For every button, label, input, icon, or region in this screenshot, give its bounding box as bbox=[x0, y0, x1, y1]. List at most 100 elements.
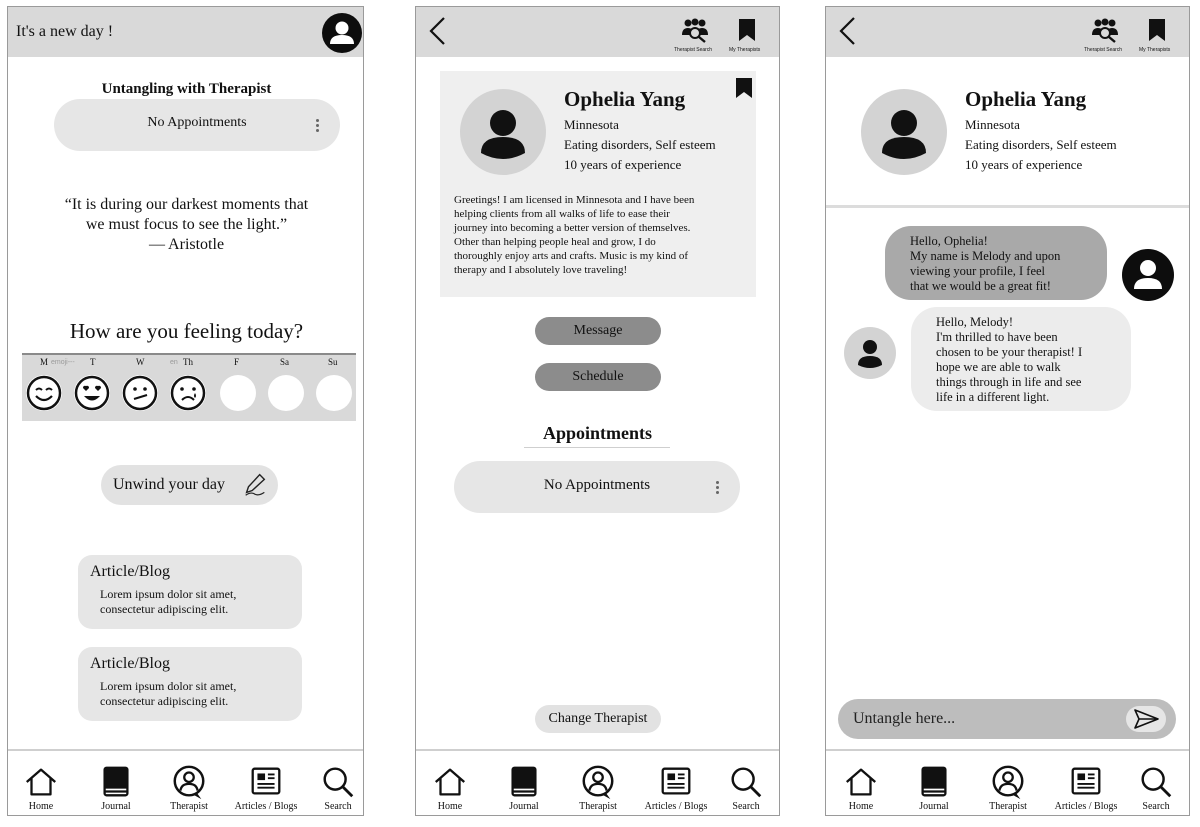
mood-empty-slot[interactable] bbox=[220, 375, 256, 411]
therapist-avatar-icon bbox=[861, 89, 947, 175]
search-icon bbox=[731, 767, 762, 798]
profile-avatar-icon[interactable] bbox=[322, 13, 362, 53]
nav-journal[interactable]: Journal bbox=[81, 763, 151, 812]
home-screen: It's a new day ! Untangling with Therapi… bbox=[7, 6, 364, 816]
nav-home[interactable]: Home bbox=[8, 763, 76, 812]
nav-home[interactable]: Home bbox=[826, 763, 896, 812]
therapist-name: Ophelia Yang bbox=[564, 87, 686, 111]
bio-line: therapy and I absolutely love traveling! bbox=[454, 264, 628, 276]
therapist-search-icon[interactable] bbox=[680, 17, 710, 43]
send-icon bbox=[1134, 709, 1159, 729]
back-arrow-icon[interactable] bbox=[426, 15, 448, 47]
therapist-specialties: Eating disorders, Self esteem bbox=[965, 137, 1117, 152]
quote-author: — Aristotle bbox=[148, 236, 225, 253]
emoji-note: en bbox=[170, 359, 178, 366]
therapist-avatar-icon bbox=[460, 89, 546, 175]
mood-sad-icon[interactable] bbox=[170, 375, 206, 411]
bottom-nav: Home Journal Therapist Articles / Blogs … bbox=[8, 749, 363, 815]
bookmark-icon[interactable] bbox=[732, 17, 762, 43]
article-card[interactable]: Article/Blog Lorem ipsum dolor sit amet,… bbox=[78, 555, 302, 629]
nav-label: Search bbox=[324, 801, 352, 812]
therapist-icon bbox=[992, 765, 1024, 800]
nav-label: Search bbox=[732, 801, 760, 812]
journal-icon bbox=[103, 766, 129, 797]
article-excerpt-line: consectetur adipiscing elit. bbox=[100, 694, 229, 708]
nav-search[interactable]: Search bbox=[711, 763, 779, 812]
nav-search[interactable]: Search bbox=[1121, 763, 1189, 812]
back-arrow-icon[interactable] bbox=[836, 15, 858, 47]
nav-label: Articles / Blogs bbox=[234, 801, 298, 812]
bio-line: thoroughly enjoy arts and crafts. Music … bbox=[454, 250, 689, 262]
appointment-pill[interactable]: No Appointments bbox=[454, 461, 740, 513]
user-avatar-icon bbox=[1122, 249, 1174, 301]
send-button[interactable] bbox=[1126, 706, 1166, 732]
more-options-icon[interactable] bbox=[316, 119, 319, 134]
day-label: Th bbox=[183, 357, 193, 367]
nav-label: Search bbox=[1142, 801, 1170, 812]
nav-articles[interactable]: Articles / Blogs bbox=[1051, 763, 1121, 812]
nav-label: Home bbox=[28, 801, 54, 812]
home-icon bbox=[435, 768, 465, 796]
therapist-search-icon[interactable] bbox=[1090, 17, 1120, 43]
nav-therapist[interactable]: Therapist bbox=[154, 763, 224, 812]
nav-articles[interactable]: Articles / Blogs bbox=[231, 763, 301, 812]
nav-label: Articles / Blogs bbox=[644, 801, 708, 812]
bookmark-icon[interactable] bbox=[1142, 17, 1172, 43]
mood-empty-slot[interactable] bbox=[316, 375, 352, 411]
message-text: Hello, Ophelia! My name is Melody and up… bbox=[910, 234, 1060, 294]
day-label: W bbox=[136, 357, 145, 367]
unwind-button[interactable]: Unwind your day bbox=[101, 465, 278, 505]
nav-search[interactable]: Search bbox=[303, 763, 363, 812]
articles-icon bbox=[251, 767, 281, 795]
mood-week-tracker: M emoji--- T W en Th F Sa Su bbox=[22, 353, 356, 421]
therapist-name: Ophelia Yang bbox=[965, 87, 1087, 111]
article-excerpt-line: consectetur adipiscing elit. bbox=[100, 602, 229, 616]
nav-journal[interactable]: Journal bbox=[899, 763, 969, 812]
more-options-icon[interactable] bbox=[716, 481, 719, 496]
header-bar: It's a new day ! bbox=[8, 7, 363, 57]
emoji-note: emoji--- bbox=[51, 359, 75, 366]
message-line: Hello, Ophelia! bbox=[910, 234, 988, 248]
my-therapists-label: My Therapists bbox=[729, 47, 761, 53]
message-line: I'm thrilled to have been bbox=[936, 330, 1058, 344]
divider bbox=[826, 205, 1189, 208]
nav-articles[interactable]: Articles / Blogs bbox=[641, 763, 711, 812]
chat-input[interactable]: Untangle here... bbox=[838, 699, 1176, 739]
therapist-search-label: Therapist Search bbox=[1084, 47, 1123, 53]
article-card[interactable]: Article/Blog Lorem ipsum dolor sit amet,… bbox=[78, 647, 302, 721]
therapist-search-label: Therapist Search bbox=[674, 47, 713, 53]
message-line: viewing your profile, I feel bbox=[910, 264, 1046, 278]
user-message-bubble: Hello, Ophelia! My name is Melody and up… bbox=[885, 226, 1107, 300]
search-icon bbox=[323, 767, 354, 798]
appointment-status: No Appointments bbox=[543, 477, 651, 493]
therapist-specialties: Eating disorders, Self esteem bbox=[564, 137, 716, 152]
message-button[interactable]: Message bbox=[535, 317, 661, 345]
bookmark-icon[interactable] bbox=[734, 77, 754, 99]
message-line: life in a different light. bbox=[936, 390, 1050, 404]
therapist-message-bubble: Hello, Melody! I'm thrilled to have been… bbox=[911, 307, 1131, 411]
divider bbox=[524, 447, 670, 448]
article-excerpt-line: Lorem ipsum dolor sit amet, bbox=[100, 679, 237, 693]
mood-empty-slot[interactable] bbox=[268, 375, 304, 411]
change-therapist-button[interactable]: Change Therapist bbox=[535, 705, 661, 733]
pencil-icon bbox=[245, 473, 266, 496]
home-icon bbox=[26, 768, 56, 796]
nav-therapist[interactable]: Therapist bbox=[563, 763, 633, 812]
message-line: things through in life and see bbox=[936, 375, 1082, 389]
mood-meh-icon[interactable] bbox=[122, 375, 158, 411]
day-label: M bbox=[40, 357, 49, 367]
quote-line-2: we must focus to see the light.” bbox=[85, 216, 288, 233]
nav-journal[interactable]: Journal bbox=[489, 763, 559, 812]
mood-happy-icon[interactable] bbox=[26, 375, 62, 411]
nav-label: Home bbox=[437, 801, 463, 812]
schedule-button[interactable]: Schedule bbox=[535, 363, 661, 391]
articles-icon bbox=[661, 767, 691, 795]
therapist-chat-screen: Therapist Search My Therapists Ophelia Y… bbox=[825, 6, 1190, 816]
nav-home[interactable]: Home bbox=[416, 763, 485, 812]
appointment-pill[interactable]: No Appointments bbox=[54, 99, 340, 151]
my-therapists-label: My Therapists bbox=[1139, 47, 1171, 53]
nav-therapist[interactable]: Therapist bbox=[973, 763, 1043, 812]
chat-input-placeholder: Untangle here... bbox=[853, 710, 956, 727]
bio-line: Greetings! I am licensed in Minnesota an… bbox=[454, 194, 695, 206]
mood-love-icon[interactable] bbox=[74, 375, 110, 411]
